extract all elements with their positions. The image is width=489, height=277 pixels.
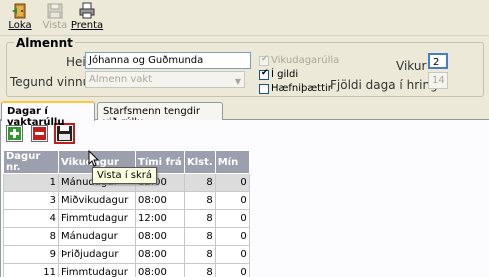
vikudagarulla-label: Vikudagarúlla (271, 55, 340, 66)
cell-timi[interactable]: 08:00 (135, 263, 185, 277)
vikur-input[interactable]: 2 (428, 53, 448, 69)
cell-dagur[interactable]: 1 (3, 173, 59, 192)
tab-dagar[interactable]: Dagar í vaktarúllu (1, 101, 95, 128)
header-dagur-nr[interactable]: Dagur nr. (3, 150, 59, 174)
check-icon: ✔ (261, 54, 269, 64)
heiti-input[interactable]: Jóhanna og Guðmunda (85, 52, 251, 69)
chevron-down-icon: ▼ (234, 77, 241, 86)
toolbar: Loka Vista Prenta (0, 0, 489, 36)
tegund-vinnu-label: Tegund vinnu (10, 75, 91, 89)
fjoldi-daga-input: 14 (428, 72, 448, 89)
almennt-title: Almennt (14, 36, 75, 50)
tab-starfsmenn[interactable]: Starfsmenn tengdir við rúllu (97, 102, 223, 128)
cell-dagur[interactable]: 9 (3, 245, 59, 264)
save-tooltip: Vista í skrá (92, 167, 158, 184)
cell-klst[interactable]: 8 (184, 245, 216, 264)
cell-klst[interactable]: 8 (184, 209, 216, 228)
cell-klst[interactable]: 8 (184, 191, 216, 210)
cell-min[interactable]: 0 (214, 245, 250, 264)
cell-timi[interactable]: 08:00 (135, 227, 185, 246)
vista-label: Vista (42, 20, 68, 31)
cell-vikudagur[interactable]: Miðvikudagur (58, 191, 136, 210)
cell-klst[interactable]: 8 (184, 173, 216, 192)
cell-min[interactable]: 0 (214, 263, 250, 277)
header-min[interactable]: Mín (214, 150, 250, 174)
prenta-label: Prenta (70, 20, 104, 31)
cell-min[interactable]: 0 (214, 173, 250, 192)
cell-min[interactable]: 0 (214, 191, 250, 210)
save-icon (47, 3, 63, 19)
haefnipaettir-label: Hæfniþættir (271, 83, 332, 94)
igildi-label: Í gildi (271, 69, 299, 80)
tegund-vinnu-select[interactable]: Almenn vakt ▼ (85, 71, 245, 88)
header-klst[interactable]: Klst. (184, 150, 216, 174)
vikur-label: Vikur (396, 59, 427, 73)
cell-min[interactable]: 0 (214, 209, 250, 228)
check-icon: ✔ (261, 68, 269, 78)
haefnipaettir-checkbox[interactable] (259, 84, 269, 94)
fjoldi-daga-label: Fjöldi daga í hring (330, 78, 438, 92)
cell-vikudagur[interactable]: Mánudagur (58, 227, 136, 246)
mouse-cursor-icon (88, 150, 100, 167)
printer-icon (79, 2, 95, 19)
loka-label: Loka (8, 20, 32, 31)
table-row[interactable]: 4 Fimmtudagur 12:00 8 0 (3, 209, 250, 228)
cell-dagur[interactable]: 3 (3, 191, 59, 210)
cell-timi[interactable]: 12:00 (135, 209, 185, 228)
cell-vikudagur[interactable]: Fimmtudagur (58, 209, 136, 228)
table-row[interactable]: 9 Þriðjudagur 08:00 8 0 (3, 245, 250, 264)
cell-dagur[interactable]: 8 (3, 227, 59, 246)
cell-dagur[interactable]: 4 (3, 209, 59, 228)
igildi-checkbox[interactable]: ✔ (259, 68, 269, 80)
cell-dagur[interactable]: 11 (3, 263, 59, 277)
tab-bar: Dagar í vaktarúllu Starfsmenn tengdir vi… (0, 101, 489, 128)
table-row[interactable]: 3 Miðvikudagur 08:00 8 0 (3, 191, 250, 210)
cell-timi[interactable]: 08:00 (135, 245, 185, 264)
plus-icon (8, 127, 21, 140)
loka-button[interactable]: Loka (3, 2, 37, 34)
cell-vikudagur[interactable]: Fimmtudagur (58, 263, 136, 277)
cell-vikudagur[interactable]: Þriðjudagur (58, 245, 136, 264)
cell-timi[interactable]: 08:00 (135, 191, 185, 210)
table-row[interactable]: 8 Mánudagur 08:00 8 0 (3, 227, 250, 246)
cell-klst[interactable]: 8 (184, 263, 216, 277)
vikudagarulla-checkbox[interactable]: ✔ (259, 54, 269, 66)
vista-button[interactable]: Vista (38, 2, 72, 34)
tegund-vinnu-value: Almenn vakt (89, 74, 153, 85)
cell-min[interactable]: 0 (214, 227, 250, 246)
minus-icon (33, 127, 46, 140)
prenta-button[interactable]: Prenta (70, 2, 104, 34)
cell-klst[interactable]: 8 (184, 227, 216, 246)
door-exit-icon (12, 3, 26, 19)
table-row[interactable]: 11 Fimmtudagur 08:00 8 0 (3, 263, 250, 277)
